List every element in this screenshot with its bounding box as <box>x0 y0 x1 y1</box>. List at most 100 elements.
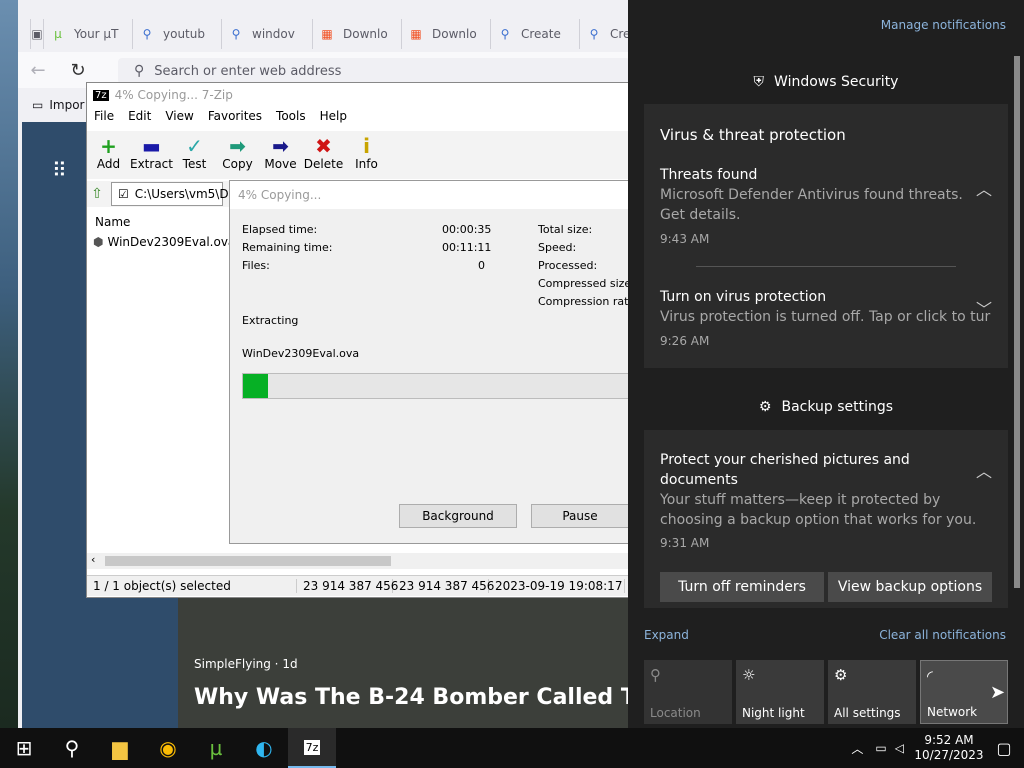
notification-time: 9:31 AM <box>660 536 710 550</box>
notification-title-line2[interactable]: documents <box>660 472 738 488</box>
view-backup-options-button[interactable]: View backup options <box>828 572 992 602</box>
reload-icon[interactable]: ↻ <box>58 60 98 81</box>
tab-label: youtub <box>163 27 205 41</box>
back-icon[interactable]: ← <box>18 60 58 81</box>
mouse-cursor-icon: ➤ <box>990 682 1006 703</box>
action-center: Manage notifications ⛨ Windows Security … <box>628 0 1024 728</box>
processed-label: Processed: <box>538 259 598 272</box>
tool-label: Extract <box>130 157 173 171</box>
tool-label: Copy <box>222 157 253 171</box>
files-label: Files: <box>242 259 270 272</box>
menu-file[interactable]: File <box>87 109 121 129</box>
status-field: 2023-09-19 19:08:17 <box>489 579 625 593</box>
menu-tools[interactable]: Tools <box>269 109 313 129</box>
expand-link[interactable]: Expand <box>644 628 689 642</box>
file-explorer-button[interactable]: ▆ <box>96 728 144 768</box>
file-icon: ⬢ <box>93 235 104 249</box>
tab-label: windov <box>252 27 295 41</box>
speed-label: Speed: <box>538 241 577 254</box>
notification-body: choosing a backup option that works for … <box>660 512 977 528</box>
pause-button[interactable]: Pause <box>531 504 629 528</box>
news-headline[interactable]: Why Was The B-24 Bomber Called The F <box>194 685 630 710</box>
bookmark-import[interactable]: Impor <box>49 98 84 112</box>
horizontal-scrollbar[interactable]: ‹ <box>87 553 631 569</box>
notification-title[interactable]: Protect your cherished pictures and <box>660 452 910 468</box>
sidebar-toggle-icon[interactable]: ▣ <box>31 19 44 49</box>
7zip-title: 4% Copying... 7-Zip <box>114 88 233 102</box>
news-card[interactable]: SimpleFlying · 1d Why Was The B-24 Bombe… <box>178 595 630 728</box>
quick-action-label: All settings <box>834 706 901 720</box>
menu-view[interactable]: View <box>158 109 200 129</box>
background-button[interactable]: Background <box>399 504 517 528</box>
account-icon[interactable] <box>18 19 31 49</box>
quick-action-label: Network <box>927 705 978 719</box>
menu-help[interactable]: Help <box>313 109 354 129</box>
night-light-icon: ☼ <box>742 666 756 684</box>
notifications-scrollbar[interactable] <box>1014 56 1020 588</box>
search-button[interactable]: ⚲ <box>48 728 96 768</box>
clear-all-notifications-link[interactable]: Clear all notifications <box>879 628 1006 642</box>
address-bar[interactable]: ⚲ Search or enter web address <box>118 58 630 84</box>
tray-overflow-icon[interactable]: ︿ <box>851 740 863 757</box>
news-source: SimpleFlying · 1d <box>194 657 298 671</box>
chevron-up-icon[interactable]: ︿ <box>976 176 992 200</box>
chevron-down-icon[interactable]: ﹀ <box>976 296 992 320</box>
apps-grid-icon[interactable]: ⠿ <box>52 158 67 182</box>
7zip-statusbar: 1 / 1 object(s) selected 23 914 387 456 23… <box>87 575 631 596</box>
delete-button[interactable]: ✖ Delete <box>302 131 345 179</box>
elapsed-value: 00:00:35 <box>442 223 492 236</box>
quick-action-location[interactable]: ⚲ Location <box>644 660 732 724</box>
7zip-path-field[interactable]: ☑ C:\Users\vm5\Do <box>111 182 236 206</box>
turn-off-reminders-button[interactable]: Turn off reminders <box>660 572 824 602</box>
windows-logo-icon: ⊞ <box>15 736 33 760</box>
move-button[interactable]: ➡ Move <box>259 131 302 179</box>
action-label: Extracting <box>242 314 299 327</box>
utorrent-button[interactable]: µ <box>192 728 240 768</box>
menu-edit[interactable]: Edit <box>121 109 158 129</box>
tool-label: Move <box>264 157 297 171</box>
search-icon: ⚲ <box>142 27 152 41</box>
volume-muted-icon[interactable]: ◁ <box>895 741 904 755</box>
extract-button[interactable]: ▬ Extract <box>130 131 173 179</box>
chrome-button[interactable]: ◉ <box>144 728 192 768</box>
browser-tab[interactable]: ▦ Downlo <box>313 19 402 49</box>
quick-action-all-settings[interactable]: ⚙ All settings <box>828 660 916 724</box>
chevron-up-icon[interactable]: ︿ <box>976 458 992 482</box>
extract-icon: ▬ <box>142 134 161 158</box>
status-field: 23 914 387 456 <box>393 579 494 593</box>
taskbar: ⊞ ⚲ ▆ ◉ µ ◐ 7z ︿ ▭ ◁ 9:52 AM 10/27/2023 … <box>0 728 1024 768</box>
start-button[interactable]: ⊞ <box>0 728 48 768</box>
action-center-icon[interactable]: ▢ <box>984 739 1024 758</box>
browser-tab[interactable]: ⚲ youtub <box>133 19 222 49</box>
browser-tab[interactable]: ▦ Downlo <box>402 19 491 49</box>
info-icon: i <box>363 134 370 158</box>
add-button[interactable]: + Add <box>87 131 130 179</box>
notification-title[interactable]: Threats found <box>660 167 757 183</box>
browser-tab[interactable]: ⚲ Create <box>491 19 580 49</box>
scroll-thumb[interactable] <box>105 556 391 566</box>
manage-notifications-link[interactable]: Manage notifications <box>881 18 1006 32</box>
up-folder-icon[interactable]: ⇧ <box>87 186 107 202</box>
browser-tab[interactable]: µ Your µT <box>44 19 133 49</box>
copy-button[interactable]: ➡ Copy <box>216 131 259 179</box>
tab-label: Downlo <box>432 27 477 41</box>
clock[interactable]: 9:52 AM 10/27/2023 <box>914 733 984 763</box>
notification-title[interactable]: Turn on virus protection <box>660 289 826 305</box>
total-size-label: Total size: <box>538 223 593 236</box>
tool-label: Info <box>355 157 378 171</box>
browser-tab[interactable]: ⚲ windov <box>222 19 313 49</box>
quick-action-night-light[interactable]: ☼ Night light <box>736 660 824 724</box>
search-icon: ⚲ <box>134 63 145 79</box>
network-icon: ◜ <box>927 667 933 685</box>
scroll-left-icon[interactable]: ‹ <box>91 553 95 566</box>
gear-icon: ⚙ <box>758 399 772 415</box>
7zip-taskbar-button[interactable]: 7z <box>288 728 336 768</box>
info-button[interactable]: i Info <box>345 131 388 179</box>
divider <box>696 266 956 267</box>
edge-button[interactable]: ◐ <box>240 728 288 768</box>
network-tray-icon[interactable]: ▭ <box>875 741 886 755</box>
test-button[interactable]: ✓ Test <box>173 131 216 179</box>
menu-favorites[interactable]: Favorites <box>201 109 269 129</box>
tab-label: Downlo <box>343 27 388 41</box>
7zip-toolbar: + Add ▬ Extract ✓ Test ➡ Copy ➡ Move ✖ Delete i Info <box>87 131 631 179</box>
